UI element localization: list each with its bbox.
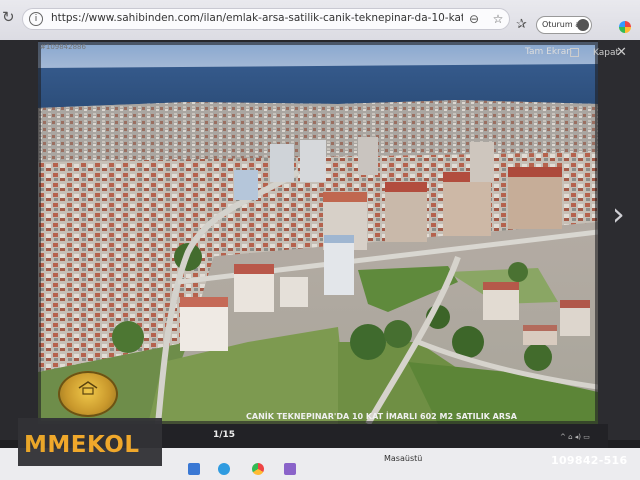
edge-icon[interactable] bbox=[218, 463, 230, 475]
next-photo-icon[interactable]: › bbox=[612, 198, 625, 230]
screen-bezel-left bbox=[0, 40, 38, 440]
site-info-icon[interactable]: i bbox=[29, 12, 43, 26]
extension-icon[interactable] bbox=[619, 21, 631, 33]
photo-id: #1098428​86 bbox=[40, 43, 86, 51]
fullscreen-label[interactable]: Tam Ekran bbox=[525, 47, 572, 57]
favorites-icon[interactable]: ✰ bbox=[516, 17, 527, 32]
screen-bezel-right bbox=[598, 40, 640, 440]
photo-counter: 1/15 bbox=[213, 430, 236, 440]
address-bar[interactable]: i https://www.sahibinden.com/ilan/emlak-… bbox=[22, 8, 510, 30]
reload-icon[interactable]: ↻ bbox=[2, 9, 16, 25]
brand-letter: M bbox=[24, 432, 48, 458]
chrome-icon[interactable] bbox=[252, 463, 264, 475]
brand-logo-text: MMEKOL bbox=[24, 432, 140, 458]
system-tray: ^ ⌂ ◂) ▭ bbox=[560, 433, 590, 441]
listing-photo bbox=[38, 42, 598, 424]
profile-button[interactable]: Oturum aç bbox=[536, 16, 592, 34]
photo-caption: CANİK TEKNEPINAR'DA 10 KAT İMARLI 602 M2… bbox=[246, 412, 517, 421]
app-icon[interactable] bbox=[284, 463, 296, 475]
file-explorer-icon[interactable] bbox=[188, 463, 200, 475]
brand-name: MEKOL bbox=[47, 432, 140, 458]
bookmark-star-icon[interactable]: ☆ bbox=[491, 12, 505, 26]
aerial-city-image bbox=[38, 42, 598, 424]
realty-seal-logo bbox=[58, 371, 118, 417]
url-text[interactable]: https://www.sahibinden.com/ilan/emlak-ar… bbox=[51, 12, 463, 24]
close-icon[interactable]: ✕ bbox=[616, 45, 627, 60]
house-icon bbox=[78, 381, 98, 395]
desktop-label[interactable]: Masaüstü bbox=[384, 454, 422, 463]
fullscreen-icon[interactable] bbox=[570, 48, 579, 57]
avatar bbox=[577, 19, 589, 31]
listing-id: 109842-516 bbox=[551, 454, 628, 467]
password-icon[interactable]: ⊖ bbox=[467, 12, 481, 26]
